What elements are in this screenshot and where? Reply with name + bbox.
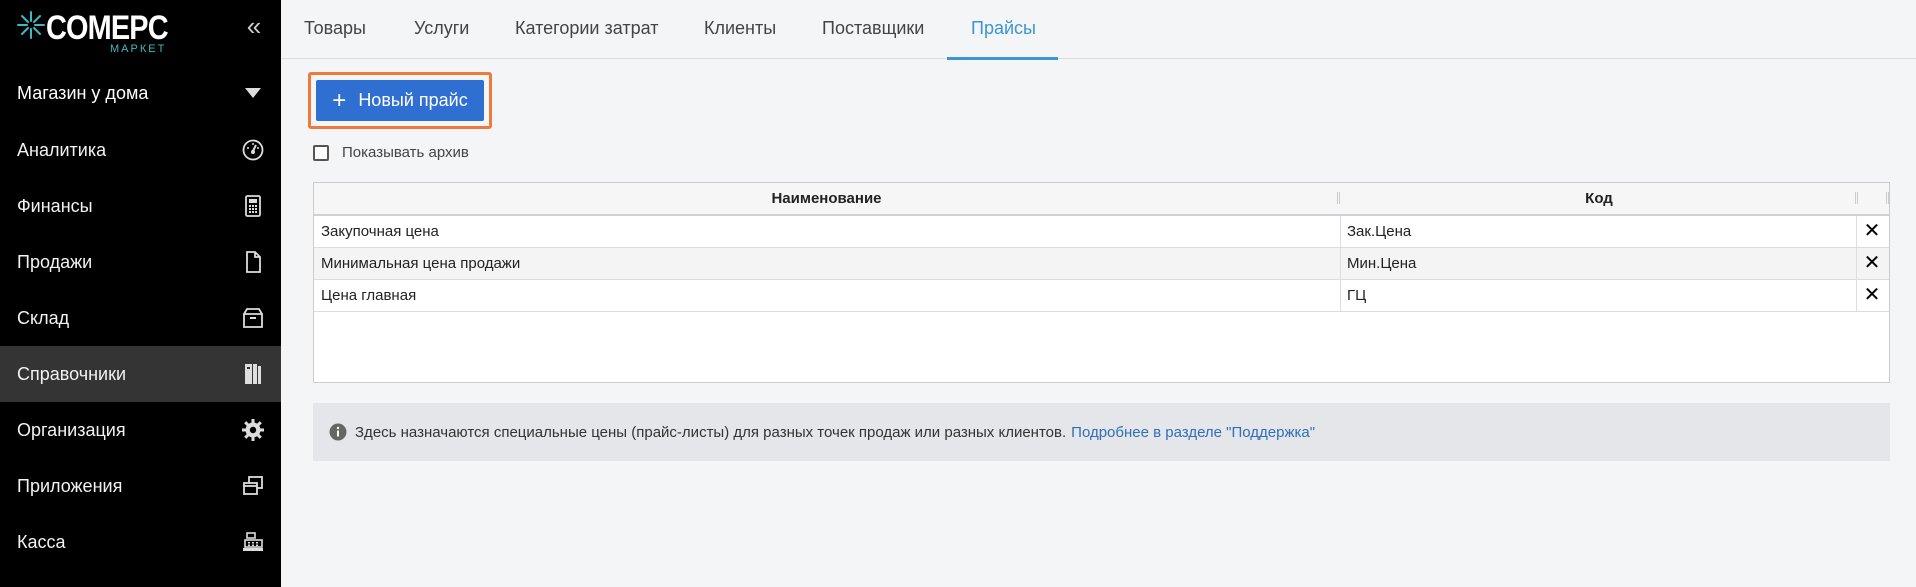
tab-clients[interactable]: Клиенты — [704, 0, 776, 58]
sidebar-item-label: Аналитика — [17, 139, 107, 160]
new-price-button-label: Новый прайс — [358, 90, 468, 110]
gear-icon — [242, 419, 264, 441]
table-row[interactable]: Минимальная цена продажи Мин.Цена ✕ — [314, 248, 1889, 280]
column-header-code[interactable]: Код — [1340, 183, 1858, 214]
store-selector[interactable]: Магазин у дома — [0, 70, 281, 116]
tab-suppliers[interactable]: Поставщики — [822, 0, 924, 58]
sidebar-item-analytics[interactable]: Аналитика — [0, 122, 281, 178]
logo-star-icon — [17, 11, 45, 39]
calculator-icon — [245, 195, 261, 217]
sidebar-item-cashbox[interactable]: Касса — [0, 514, 281, 570]
column-header-name[interactable]: Наименование — [314, 183, 1339, 214]
show-archive-label: Показывать архив — [342, 144, 469, 161]
sidebar: COMEPC МАРКЕТ « Магазин у дома Аналитика… — [0, 0, 281, 587]
windows-icon — [243, 476, 263, 495]
price-code-cell: Мин.Цена — [1347, 255, 1417, 272]
sidebar-item-warehouse[interactable]: Склад — [0, 290, 281, 346]
active-tab-indicator — [947, 57, 1058, 60]
show-archive-checkbox[interactable] — [313, 144, 329, 161]
new-price-button[interactable]: + Новый прайс — [316, 80, 484, 121]
delete-icon[interactable]: ✕ — [1857, 216, 1887, 247]
sidebar-item-directories[interactable]: Справочники — [0, 346, 281, 402]
tab-price-lists[interactable]: Прайсы — [971, 0, 1036, 58]
price-name-cell: Цена главная — [321, 287, 417, 304]
box-icon — [243, 308, 263, 328]
sidebar-item-label: Продажи — [17, 251, 93, 272]
sidebar-item-label: Справочники — [17, 363, 127, 384]
delete-icon[interactable]: ✕ — [1857, 248, 1887, 279]
sidebar-item-label: Приложения — [17, 475, 123, 496]
dashboard-gauge-icon — [242, 139, 264, 161]
table-row[interactable]: Цена главная ГЦ ✕ — [314, 280, 1889, 312]
column-resize-handle[interactable] — [1855, 192, 1858, 204]
column-divider — [1340, 248, 1341, 279]
price-code-cell: Зак.Цена — [1347, 223, 1412, 240]
top-tabs: Товары Услуги Категории затрат Клиенты П… — [281, 0, 1916, 59]
new-price-button-highlight: + Новый прайс — [308, 72, 492, 129]
logo[interactable]: COMEPC МАРКЕТ — [16, 8, 196, 56]
table-row[interactable]: Закупочная цена Зак.Цена ✕ — [314, 216, 1889, 248]
show-archive-toggle[interactable]: Показывать архив — [313, 144, 469, 161]
document-icon — [246, 251, 261, 273]
column-divider — [1340, 280, 1341, 311]
sidebar-item-label: Финансы — [17, 195, 93, 216]
price-code-cell: ГЦ — [1347, 287, 1367, 304]
table-header: Наименование Код — [314, 183, 1889, 216]
plus-icon: + — [332, 86, 347, 114]
price-name-cell: Минимальная цена продажи — [321, 255, 521, 272]
info-text: Здесь назначаются специальные цены (прай… — [355, 423, 1067, 441]
price-name-cell: Закупочная цена — [321, 223, 439, 240]
sidebar-item-finance[interactable]: Финансы — [0, 178, 281, 234]
logo-text: COMEPC — [46, 9, 169, 47]
price-lists-table: Наименование Код Закупочная цена Зак.Цен… — [313, 182, 1890, 383]
info-banner: Здесь назначаются специальные цены (прай… — [313, 403, 1890, 461]
tab-services[interactable]: Услуги — [414, 0, 469, 58]
tab-goods[interactable]: Товары — [304, 0, 366, 58]
books-icon — [245, 364, 261, 384]
sidebar-item-label: Касса — [17, 531, 66, 552]
logo-subtitle: МАРКЕТ — [110, 43, 167, 55]
store-name: Магазин у дома — [17, 82, 149, 103]
collapse-sidebar-icon[interactable]: « — [241, 13, 267, 40]
cash-register-icon — [243, 532, 263, 551]
column-resize-handle[interactable] — [1886, 192, 1889, 204]
sidebar-item-label: Организация — [17, 419, 126, 440]
column-divider — [1340, 216, 1341, 247]
tab-expense-categories[interactable]: Категории затрат — [515, 0, 658, 58]
sidebar-item-organization[interactable]: Организация — [0, 402, 281, 458]
caret-down-icon — [245, 88, 261, 98]
delete-icon[interactable]: ✕ — [1857, 280, 1887, 311]
support-link[interactable]: Подробнее в разделе "Поддержка" — [1071, 424, 1315, 441]
sidebar-item-label: Склад — [17, 307, 70, 328]
info-icon — [329, 423, 347, 441]
sidebar-item-apps[interactable]: Приложения — [0, 458, 281, 514]
sidebar-item-sales[interactable]: Продажи — [0, 234, 281, 290]
